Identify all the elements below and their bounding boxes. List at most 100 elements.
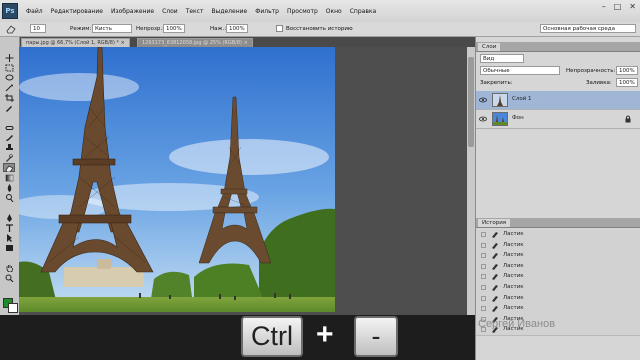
menu-filter[interactable]: Фильтр — [251, 8, 283, 15]
canvas-vertical-scrollbar[interactable] — [467, 47, 475, 315]
layer-kind-filter[interactable]: Вид — [480, 54, 524, 63]
layer-opacity-field[interactable]: 100% — [616, 66, 638, 75]
layer-thumbnail — [492, 112, 508, 126]
menu-file[interactable]: Файл — [22, 8, 47, 15]
opacity-field[interactable]: 100% — [163, 24, 185, 33]
history-step-label: Ластик — [503, 241, 524, 248]
menu-select[interactable]: Выделение — [207, 8, 251, 15]
zoom-tool-icon[interactable] — [3, 273, 15, 282]
menu-bar: Ps Файл Редактирование Изображение Слои … — [0, 0, 640, 23]
layer-name[interactable]: Фон — [512, 115, 524, 121]
eraser-tool-icon[interactable] — [6, 24, 16, 34]
main-menu: Файл Редактирование Изображение Слои Тек… — [22, 0, 380, 22]
menu-layers[interactable]: Слои — [158, 8, 182, 15]
maximize-button[interactable]: □ — [614, 2, 622, 11]
brush-size-field[interactable]: 10 — [30, 24, 46, 33]
stamp-tool-icon[interactable] — [3, 143, 15, 152]
history-panel-header: История — [476, 218, 640, 228]
mode-label: Режим: — [70, 26, 92, 32]
history-step-label: Ластик — [503, 231, 524, 237]
eraser-history-icon — [492, 285, 498, 291]
marquee-tool-icon[interactable] — [3, 63, 15, 72]
tab-label: пары.jpg @ 66,7% (Слой 1, RGB/8) * — [26, 40, 120, 46]
visibility-eye-icon[interactable] — [479, 115, 487, 123]
tab-layers[interactable]: Слои — [478, 43, 501, 51]
eiffel-tower-photo — [19, 47, 335, 312]
brush-tool-icon[interactable] — [3, 133, 15, 142]
history-step-label: Ластик — [503, 273, 524, 280]
window-controls: – □ ✕ — [602, 2, 636, 11]
flow-field[interactable]: 100% — [226, 24, 248, 33]
crop-tool-icon[interactable] — [3, 93, 15, 102]
dodge-tool-icon[interactable] — [3, 193, 15, 202]
eraser-history-icon — [492, 306, 498, 313]
options-bar: 10 Режим: Кисть Непрозр.: 100% Наж.: 100… — [0, 22, 640, 37]
tab-label: 1263173_83812058.jpg @ 25% (RGB/8) — [142, 40, 242, 46]
menu-view[interactable]: Просмотр — [283, 8, 322, 15]
pen-tool-icon[interactable] — [3, 213, 15, 222]
tab-history[interactable]: История — [478, 219, 511, 227]
minimize-button[interactable]: – — [602, 2, 606, 11]
fill-label: Заливка: — [586, 80, 612, 86]
hand-tool-icon[interactable] — [3, 263, 15, 272]
blur-tool-icon[interactable] — [3, 183, 15, 192]
layer-row-layer1[interactable]: Слой 1 — [476, 91, 640, 110]
history-snapshot-checkbox[interactable] — [481, 253, 486, 259]
history-snapshot-checkbox[interactable] — [481, 232, 486, 237]
tools-panel — [0, 37, 20, 315]
mode-select[interactable]: Кисть — [92, 24, 132, 33]
eraser-history-icon — [492, 274, 498, 281]
layer-row-background[interactable]: Фон — [476, 110, 640, 129]
history-snapshot-checkbox[interactable] — [481, 285, 486, 290]
photoshop-logo: Ps — [2, 3, 18, 19]
close-button[interactable]: ✕ — [629, 2, 636, 11]
opacity-label: Непрозр.: — [136, 26, 164, 32]
magic-wand-tool-icon[interactable] — [3, 83, 15, 92]
layer-opacity-label: Непрозрачность: — [566, 68, 616, 74]
history-step-label: Ластик — [503, 252, 524, 259]
type-tool-icon[interactable] — [3, 223, 15, 232]
healing-tool-icon[interactable] — [3, 123, 15, 132]
history-snapshot-checkbox[interactable] — [481, 242, 486, 248]
ctrl-key-overlay: Ctrl — [241, 316, 303, 357]
photoshop-window: Ps Файл Редактирование Изображение Слои … — [0, 0, 640, 360]
history-snapshot-checkbox[interactable] — [481, 295, 486, 301]
history-step-label: Ластик — [503, 262, 524, 269]
fill-field[interactable]: 100% — [616, 78, 638, 87]
tab-close-icon[interactable]: × — [121, 40, 125, 46]
right-panels: Слои Вид Обычные Непрозрачность: 100% За… — [475, 37, 640, 360]
canvas-area[interactable] — [19, 47, 475, 315]
history-snapshot-checkbox[interactable] — [481, 274, 486, 280]
lasso-tool-icon[interactable] — [3, 73, 15, 82]
menu-window[interactable]: Окно — [322, 8, 346, 15]
tab-close-icon[interactable]: × — [244, 40, 248, 46]
restore-history-checkbox[interactable] — [276, 25, 283, 32]
layer-name[interactable]: Слой 1 — [512, 96, 532, 102]
menu-type[interactable]: Текст — [182, 8, 208, 15]
plus-sign-overlay: + — [316, 318, 334, 351]
move-tool-icon[interactable] — [3, 53, 15, 62]
status-bar — [0, 315, 475, 360]
menu-edit[interactable]: Редактирование — [47, 8, 107, 15]
document-tabs: пары.jpg @ 66,7% (Слой 1, RGB/8) * × 126… — [19, 37, 475, 48]
menu-help[interactable]: Справка — [346, 8, 380, 15]
menu-image[interactable]: Изображение — [107, 8, 158, 15]
blend-mode-select[interactable]: Обычные — [480, 66, 560, 75]
minus-key-overlay: - — [354, 316, 398, 357]
background-color-swatch[interactable] — [8, 303, 18, 313]
scrollbar-thumb[interactable] — [468, 57, 474, 147]
eyedropper-tool-icon[interactable] — [3, 103, 15, 112]
path-selection-tool-icon[interactable] — [3, 233, 15, 242]
eraser-history-icon — [492, 263, 498, 270]
workspace-select[interactable]: Основная рабочая среда — [540, 24, 636, 33]
shape-tool-icon[interactable] — [3, 243, 15, 252]
history-snapshot-checkbox[interactable] — [481, 306, 486, 312]
document-canvas[interactable] — [19, 47, 335, 312]
visibility-eye-icon[interactable] — [479, 96, 487, 104]
gradient-tool-icon[interactable] — [3, 173, 15, 182]
eraser-history-icon — [492, 242, 498, 249]
eraser-tool-icon[interactable] — [3, 163, 15, 172]
history-snapshot-checkbox[interactable] — [481, 263, 486, 269]
history-brush-tool-icon[interactable] — [3, 153, 15, 162]
lock-icon — [625, 115, 631, 123]
